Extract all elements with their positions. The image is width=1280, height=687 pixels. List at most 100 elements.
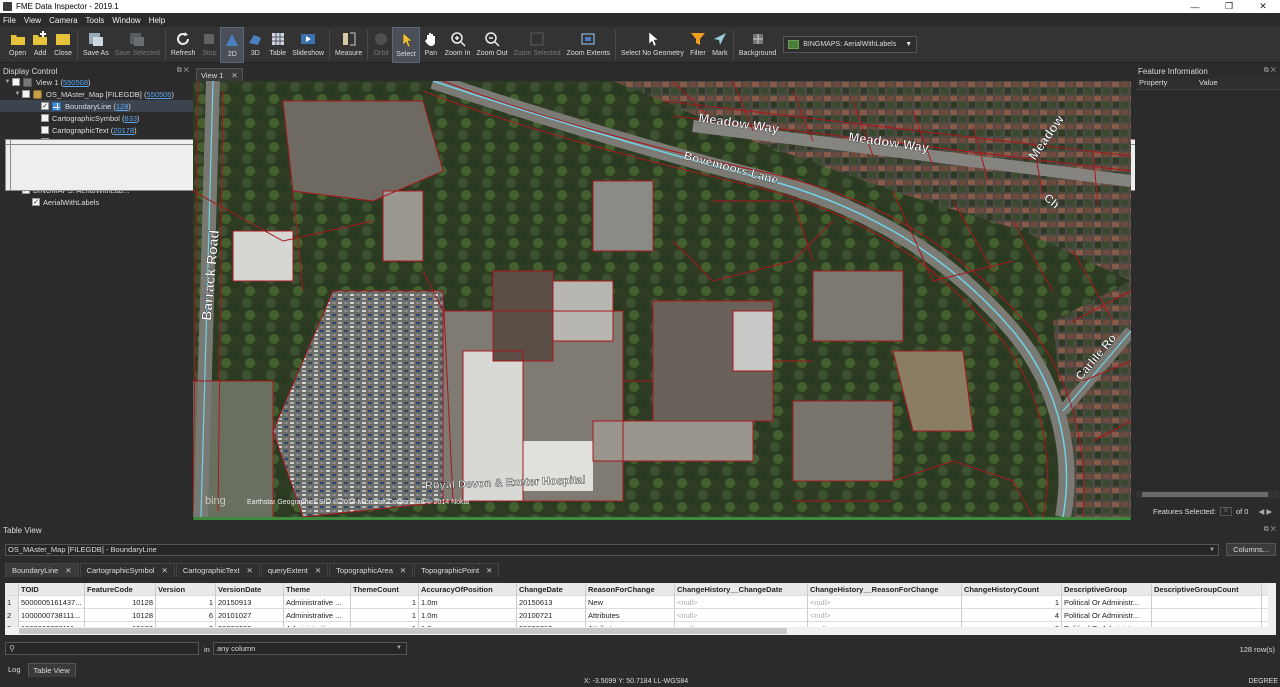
menu-view[interactable]: View [24,16,41,25]
panel-float-close-icon[interactable]: ⧉ ✕ [1264,526,1276,534]
column-header[interactable] [5,583,19,596]
column-header[interactable]: Theme [284,583,351,596]
zoom-selected-button[interactable]: Zoom Selected [511,27,564,63]
column-header[interactable]: DescriptiveGroupCount [1152,583,1262,596]
view-checkbox[interactable] [12,78,20,86]
features-selected-spin[interactable]: 0 [1219,507,1232,516]
tree-layer-row[interactable]: ✓ BoundaryLine (128) [0,100,193,112]
background-layer-dropdown[interactable]: BINGMAPS: AerialWithLabels ▼ [783,36,918,53]
layer-count-link[interactable]: 20178 [113,126,134,135]
column-header[interactable]: ReasonForChange [586,583,675,596]
close-icon[interactable]: ✕ [162,566,168,575]
table-tab[interactable]: queryExtent ✕ [260,563,329,577]
table-tab[interactable]: BoundaryLine ✕ [5,563,79,577]
collapse-arrow-icon[interactable]: ▼ [13,91,22,97]
table-tab[interactable]: CartographicSymbol ✕ [79,563,175,577]
scrollbar-thumb[interactable] [1142,492,1268,497]
view-count-link[interactable]: 550508 [63,78,88,87]
bing-layer-checkbox[interactable]: ✓ [32,198,40,206]
table-row[interactable]: 2 1000000738111... 10128 6 20101027 Administr… [5,608,1275,622]
table-tab[interactable]: TopographicPoint ✕ [414,563,500,577]
column-header[interactable]: AccuracyOfPosition [419,583,517,596]
menu-window[interactable]: Window [112,16,140,25]
columns-button[interactable]: Columns... [1226,543,1276,556]
background-button[interactable]: Background [736,27,779,63]
pan-button[interactable]: Pan [420,27,442,63]
add-button[interactable]: Add [29,27,51,63]
menu-tools[interactable]: Tools [86,16,105,25]
tree-dataset-row[interactable]: ▼ OS_MAster_Map [FILEGDB] (550506) [0,88,193,100]
layer-count-link[interactable]: 128 [116,102,129,111]
3d-button[interactable]: 3D [244,27,266,63]
close-icon[interactable]: ✕ [486,566,492,575]
scrollbar-thumb[interactable] [19,628,787,634]
tree-bing-layer-row[interactable]: ✓ AerialWithLabels [0,139,1275,208]
tree-view-row[interactable]: ▼ View 1 (550508) [0,76,193,88]
table-tab[interactable]: CartographicText ✕ [175,563,260,577]
table-row[interactable]: 1 5000005161437... 10128 1 20150913 Administr… [5,595,1275,609]
maximize-button[interactable]: ❐ [1212,1,1246,12]
panel-float-close-icon[interactable]: ⧉ ✕ [177,67,189,75]
column-header[interactable]: ChangeHistory__ChangeDate [675,583,808,596]
tab-view-1[interactable]: View 1 ✕ [196,68,243,81]
select-no-geometry-button[interactable]: Select No Geometry [618,27,687,63]
orbit-button[interactable]: Orbit [370,27,392,63]
column-header[interactable]: DescriptiveGroup [1062,583,1152,596]
feature-info-scrollbar[interactable] [1136,491,1279,498]
column-filter-dropdown[interactable]: any column ▼ [213,642,407,655]
column-value[interactable]: Value [1196,78,1218,89]
table-tab[interactable]: TopographicArea ✕ [329,563,414,577]
open-button[interactable]: Open [6,27,29,63]
minimize-button[interactable]: — [1178,2,1212,12]
zoom-out-button[interactable]: Zoom Out [473,27,510,63]
close-button[interactable]: Close [51,27,75,63]
close-icon[interactable]: ✕ [65,566,71,575]
tab-table-view[interactable]: Table View [27,663,76,678]
close-icon[interactable]: ✕ [315,566,321,575]
collapse-arrow-icon[interactable]: ▼ [3,79,12,85]
zoom-in-button[interactable]: Zoom In [442,27,474,63]
layer-checkbox[interactable] [41,126,49,134]
menu-file[interactable]: File [3,16,16,25]
stop-button[interactable]: Stop [198,27,220,63]
close-icon[interactable]: ✕ [400,566,406,575]
save-selected-button[interactable]: Save Selected [112,27,163,63]
layer-checkbox[interactable] [41,114,49,122]
close-window-button[interactable]: ✕ [1246,1,1280,12]
tree-layer-row[interactable]: CartographicText (20178) [0,124,1275,191]
table-source-dropdown[interactable]: OS_MAster_Map [FILEGDB] - BoundaryLine ▼ [5,544,1219,556]
column-header[interactable]: ChangeHistoryCount [962,583,1062,596]
map-canvas[interactable]: Meadow Way Meadow Way Bovemoors Lane Bar… [193,81,1131,517]
2d-button[interactable]: 2D [220,27,245,63]
close-icon[interactable]: ✕ [231,71,237,80]
column-header[interactable]: TOID [19,583,85,596]
close-icon[interactable]: ✕ [247,566,253,575]
column-property[interactable]: Property [1136,78,1196,89]
slideshow-button[interactable]: Slideshow [289,27,327,63]
table-header-row[interactable]: TOID FeatureCode Version VersionDate Theme Th… [5,583,1275,596]
column-header[interactable]: ThemeCount [351,583,419,596]
select-button[interactable]: Select [392,27,420,63]
tab-log[interactable]: Log [3,663,26,678]
mark-button[interactable]: Mark [709,27,731,63]
step-arrows-icon[interactable]: ◀ ▶ [1258,507,1272,516]
table-horizontal-scrollbar[interactable] [5,627,1275,635]
column-header[interactable]: ChangeDate [517,583,586,596]
dataset-count-link[interactable]: 550506 [146,90,171,99]
table-button[interactable]: Table [266,27,289,63]
panel-float-close-icon[interactable]: ⧉ ✕ [1264,67,1276,75]
column-header[interactable]: FeatureCode [85,583,156,596]
search-input[interactable]: ⚲ [5,642,199,655]
tree-layer-row[interactable]: CartographicSymbol (833) [0,112,1275,191]
refresh-button[interactable]: Refresh [168,27,199,63]
dataset-checkbox[interactable] [22,90,30,98]
zoom-extents-button[interactable]: Zoom Extents [564,27,613,63]
save-as-button[interactable]: Save As [80,27,112,63]
measure-button[interactable]: Measure [332,27,365,63]
column-header[interactable]: ChangeHistory__ReasonForChange [808,583,962,596]
filter-button[interactable]: Filter [687,27,709,63]
column-header[interactable]: VersionDate [216,583,284,596]
menu-help[interactable]: Help [149,16,165,25]
layer-checkbox[interactable]: ✓ [41,102,49,110]
layer-count-link[interactable]: 833 [125,114,138,123]
